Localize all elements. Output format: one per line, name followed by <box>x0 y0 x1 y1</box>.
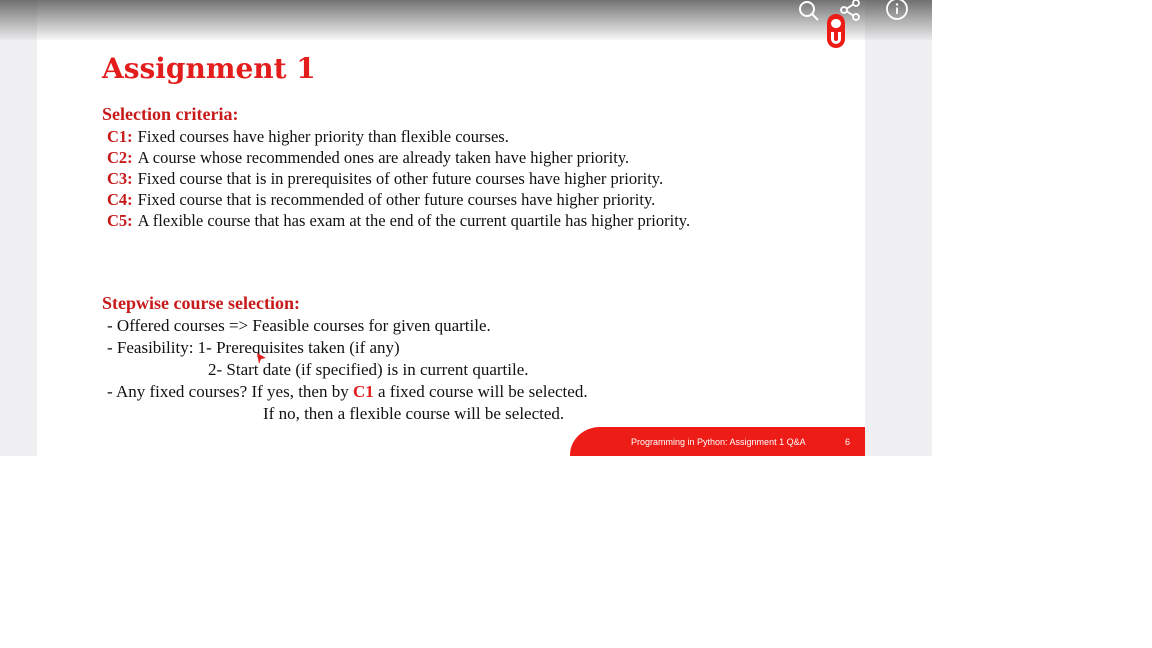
page-number: 6 <box>845 437 851 447</box>
step-feasibility: - Feasibility: 1- Prerequisites taken (i… <box>107 338 400 357</box>
criterion-text: A flexible course that has exam at the e… <box>137 211 691 230</box>
criterion-text: Fixed course that is recommended of othe… <box>137 190 656 209</box>
viewer-toolbar <box>0 0 932 40</box>
slide-viewer: Assignment 1 Selection criteria: C1: Fixe… <box>0 0 932 456</box>
criterion-text: Fixed courses have higher priority than … <box>137 127 509 146</box>
stepwise-selection-heading: Stepwise course selection: <box>102 293 300 313</box>
criterion-c1: C1: Fixed courses have higher priority th… <box>107 127 509 147</box>
criterion-c3: C3: Fixed course that is in prerequisites… <box>107 169 663 189</box>
selection-criteria-heading: Selection criteria: <box>102 104 239 124</box>
slide-title: Assignment 1 <box>102 52 316 85</box>
criterion-c4: C4: Fixed course that is recommended of o… <box>107 190 655 210</box>
pointer-cursor-icon <box>257 353 266 364</box>
step-fixed-text-end: a fixed course will be selected. <box>373 382 588 401</box>
criterion-id: C4: <box>107 190 133 209</box>
criterion-text: A course whose recommended ones are alre… <box>137 148 630 167</box>
step-fixed-text: - Any fixed courses? If yes, then by <box>107 382 353 401</box>
footer-title: Programming in Python: Assignment 1 Q&A <box>631 437 806 447</box>
criterion-c2: C2: A course whose recommended ones are a… <box>107 148 629 168</box>
criterion-id: C3: <box>107 169 133 188</box>
university-logo <box>827 14 845 48</box>
search-icon[interactable] <box>796 0 822 24</box>
criterion-id: C2: <box>107 148 133 167</box>
step-offered: - Offered courses => Feasible courses fo… <box>107 316 491 335</box>
criterion-id: C1: <box>107 127 133 146</box>
criterion-reference: C1 <box>352 382 374 401</box>
criterion-c5: C5: A flexible course that has exam at th… <box>107 211 690 231</box>
step-fixed-else: If no, then a flexible course will be se… <box>263 404 565 423</box>
criterion-id: C5: <box>107 211 133 230</box>
criterion-text: Fixed course that is in prerequisites of… <box>137 169 664 188</box>
step-fixed-courses: - Any fixed courses? If yes, then by C1 … <box>107 382 588 402</box>
slide-footer: Programming in Python: Assignment 1 Q&A … <box>570 427 865 456</box>
info-icon[interactable] <box>884 0 910 24</box>
